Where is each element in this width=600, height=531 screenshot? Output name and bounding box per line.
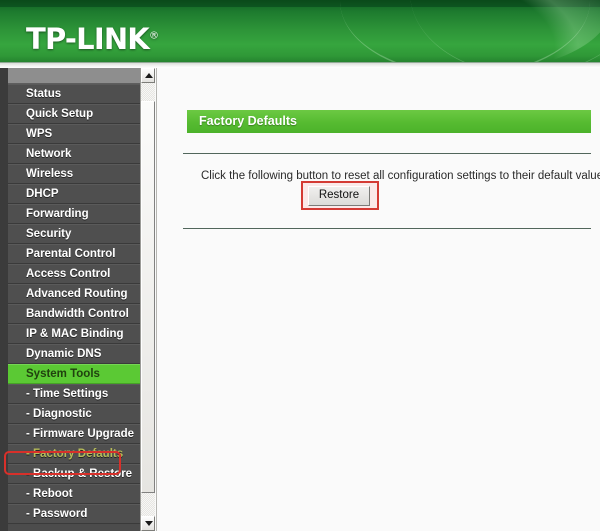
sidebar-item-parental-control[interactable]: Parental Control bbox=[8, 244, 140, 264]
sidebar-item-dynamic-dns[interactable]: Dynamic DNS bbox=[8, 344, 140, 364]
content-divider-top bbox=[183, 153, 591, 154]
instruction-text: Click the following button to reset all … bbox=[201, 170, 600, 182]
sidebar-item-security[interactable]: Security bbox=[8, 224, 140, 244]
sidebar-item-advanced-routing[interactable]: Advanced Routing bbox=[8, 284, 140, 304]
sidebar-item-time-settings[interactable]: - Time Settings bbox=[8, 384, 140, 404]
sidebar-item-reboot[interactable]: - Reboot bbox=[8, 484, 140, 504]
sidebar-scrollbar[interactable] bbox=[140, 68, 155, 531]
tplink-logo: TP-LINK® bbox=[26, 22, 159, 56]
page-title: Factory Defaults bbox=[187, 110, 591, 133]
sidebar-item-status[interactable]: Status bbox=[8, 84, 140, 104]
tplink-logo-text: TP-LINK bbox=[26, 22, 150, 56]
content-divider-bottom bbox=[183, 228, 591, 229]
restore-button[interactable]: Restore bbox=[308, 186, 370, 206]
banner-top-shadow bbox=[0, 0, 600, 7]
scrollbar-thumb[interactable] bbox=[141, 101, 155, 493]
scrollbar-track[interactable] bbox=[141, 83, 155, 516]
banner-swoosh-line-1 bbox=[340, 0, 590, 62]
sidebar-item-bandwidth-control[interactable]: Bandwidth Control bbox=[8, 304, 140, 324]
sidebar-item-backup-restore[interactable]: - Backup & Restore bbox=[8, 464, 140, 484]
scroll-down-button[interactable] bbox=[141, 516, 155, 531]
header-banner: TP-LINK® bbox=[0, 0, 600, 62]
sidebar-item-ip-mac-binding[interactable]: IP & MAC Binding bbox=[8, 324, 140, 344]
sidebar-item-quick-setup[interactable]: Quick Setup bbox=[8, 104, 140, 124]
banner-swoosh-line-2 bbox=[410, 0, 600, 62]
sidebar-item-diagnostic[interactable]: - Diagnostic bbox=[8, 404, 140, 424]
banner-swoosh-decoration bbox=[310, 0, 600, 62]
sidebar-left-edge-strip bbox=[0, 68, 8, 531]
main-content-area: Factory Defaults Click the following but… bbox=[156, 68, 600, 531]
sidebar-item-wps[interactable]: WPS bbox=[8, 124, 140, 144]
sidebar-top-spacer bbox=[8, 68, 140, 84]
sidebar-navigation: Status Quick Setup WPS Network Wireless DHCP F… bbox=[8, 68, 140, 531]
scroll-up-button[interactable] bbox=[141, 68, 155, 83]
scroll-down-arrow-icon bbox=[145, 521, 153, 526]
sidebar-item-access-control[interactable]: Access Control bbox=[8, 264, 140, 284]
sidebar-item-dhcp[interactable]: DHCP bbox=[8, 184, 140, 204]
sidebar-item-wireless[interactable]: Wireless bbox=[8, 164, 140, 184]
sidebar-item-factory-defaults[interactable]: - Factory Defaults bbox=[8, 444, 140, 464]
sidebar-menu-list: Status Quick Setup WPS Network Wireless DHCP F… bbox=[8, 84, 140, 524]
sidebar-item-password[interactable]: - Password bbox=[8, 504, 140, 524]
sidebar-item-system-tools[interactable]: System Tools bbox=[8, 364, 140, 384]
router-admin-page: TP-LINK® Status Quick Setup WPS Network Wire… bbox=[0, 0, 600, 531]
sidebar-item-firmware-upgrade[interactable]: - Firmware Upgrade bbox=[8, 424, 140, 444]
sidebar-item-network[interactable]: Network bbox=[8, 144, 140, 164]
scroll-up-arrow-icon bbox=[145, 73, 153, 78]
registered-trademark-icon: ® bbox=[148, 30, 159, 42]
sidebar-item-forwarding[interactable]: Forwarding bbox=[8, 204, 140, 224]
